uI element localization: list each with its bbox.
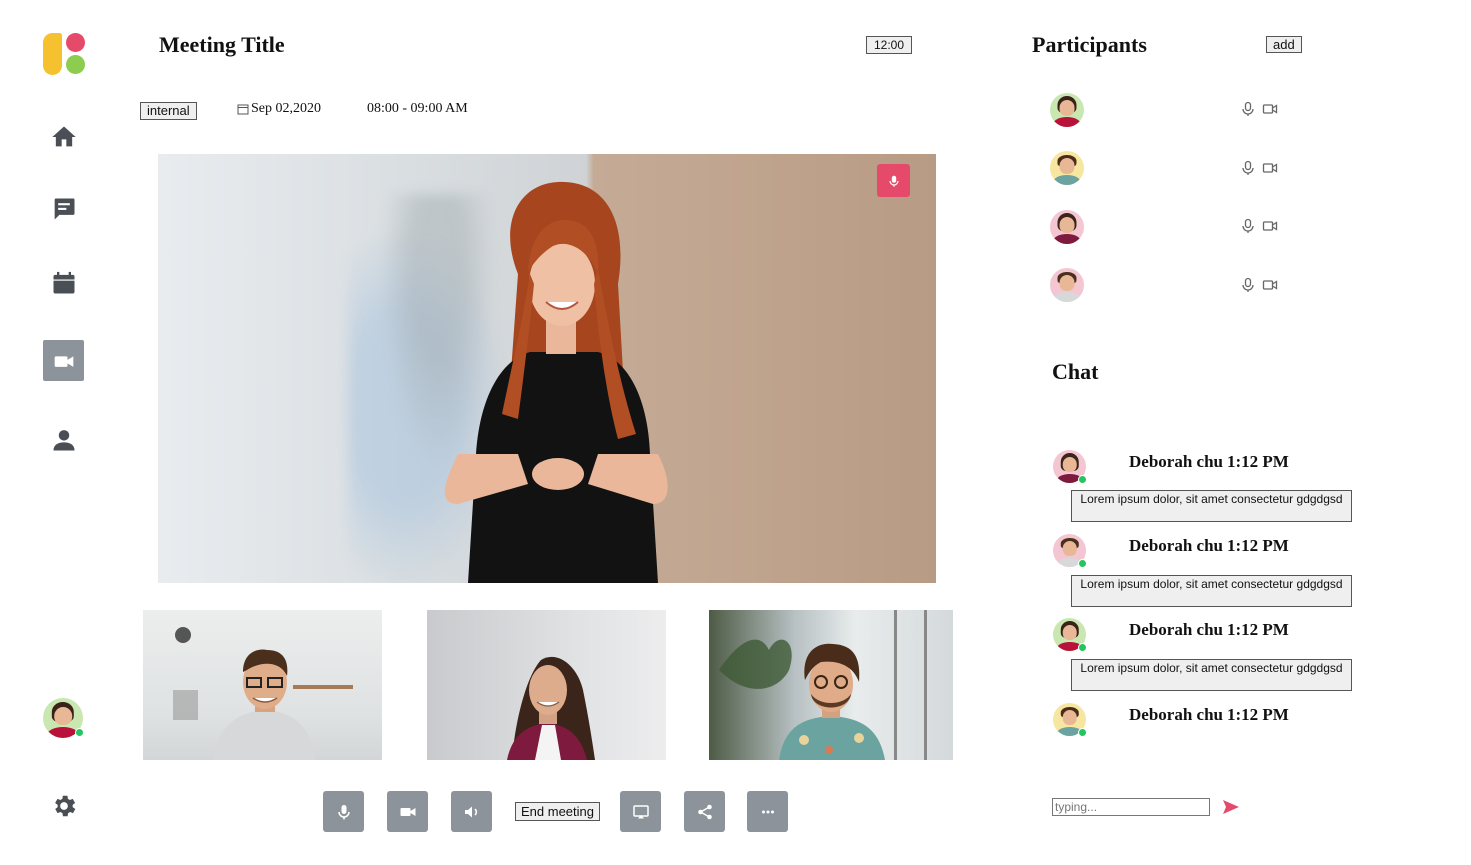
video-camera-icon[interactable] [1262, 218, 1278, 234]
participant-video-tile[interactable] [427, 610, 666, 760]
home-icon [51, 126, 76, 146]
microphone-icon[interactable] [1240, 277, 1256, 293]
settings-button[interactable] [43, 785, 84, 826]
online-status-dot [1078, 643, 1087, 652]
microphone-icon [888, 175, 899, 187]
sidebar-item-profile[interactable] [43, 419, 84, 460]
chat-message-bubble: Lorem ipsum dolor, sit amet consectetur … [1071, 575, 1352, 607]
video-camera-icon [400, 807, 415, 816]
participant-figure [507, 656, 595, 760]
meeting-title: Meeting Title [159, 32, 285, 57]
microphone-icon[interactable] [1240, 218, 1256, 234]
more-dots-icon [761, 810, 774, 813]
chat-message-header: Deborah chu 1:12 PM [1129, 705, 1289, 725]
meeting-date-text: Sep 02,2020 [251, 101, 321, 116]
chat-heading: Chat [1052, 359, 1099, 384]
participant-media-status [1240, 101, 1278, 117]
user-icon [53, 429, 74, 450]
chat-author-name: Deborah chu [1129, 705, 1223, 724]
online-status-dot [75, 728, 84, 737]
chat-author-avatar [1053, 703, 1087, 737]
speaker-mic-button[interactable] [877, 164, 910, 197]
participant-avatar[interactable] [1050, 151, 1084, 185]
participant-avatar[interactable] [1050, 268, 1084, 302]
send-icon[interactable] [1221, 798, 1241, 816]
chat-message-time: 1:12 PM [1226, 452, 1289, 471]
video-camera-icon[interactable] [1262, 101, 1278, 117]
volume-icon [464, 806, 477, 817]
sidebar-item-calendar[interactable] [43, 262, 84, 303]
share-link-button[interactable] [684, 791, 725, 832]
participant-figure [719, 610, 927, 760]
chat-message-time: 1:12 PM [1226, 705, 1289, 724]
video-camera-icon[interactable] [1262, 277, 1278, 293]
screen-share-icon [632, 804, 649, 818]
participant-video-tile[interactable] [143, 610, 382, 760]
meeting-tag-badge: internal [140, 102, 197, 120]
chat-message-header: Deborah chu 1:12 PM [1129, 536, 1289, 556]
chat-message-time: 1:12 PM [1226, 536, 1289, 555]
participant-avatar[interactable] [1050, 93, 1084, 127]
participant-media-status [1240, 218, 1278, 234]
video-camera-icon[interactable] [1262, 160, 1278, 176]
main-video-feed[interactable] [158, 154, 936, 583]
chat-author-name: Deborah chu [1129, 452, 1223, 471]
meeting-time-range: 08:00 - 09:00 AM [367, 101, 468, 116]
calendar-icon [53, 271, 74, 293]
current-user-avatar[interactable] [43, 698, 84, 738]
speaker-figure [444, 181, 668, 583]
toggle-camera-button[interactable] [387, 791, 428, 832]
chat-icon [54, 198, 74, 219]
calendar-small-icon [237, 104, 249, 115]
mute-mic-button[interactable] [323, 791, 364, 832]
participant-media-status [1240, 160, 1278, 176]
speaker-volume-button[interactable] [451, 791, 492, 832]
chat-message-header: Deborah chu 1:12 PM [1129, 620, 1289, 640]
participant-avatar[interactable] [1050, 210, 1084, 244]
video-icon [54, 355, 73, 367]
participants-heading: Participants [1032, 32, 1147, 57]
chat-message-bubble: Lorem ipsum dolor, sit amet consectetur … [1071, 490, 1352, 522]
microphone-icon [337, 804, 350, 819]
participant-figure [173, 627, 353, 760]
chat-message-bubble: Lorem ipsum dolor, sit amet consectetur … [1071, 659, 1352, 691]
microphone-icon[interactable] [1240, 101, 1256, 117]
end-meeting-button[interactable]: End meeting [515, 802, 600, 821]
microphone-icon[interactable] [1240, 160, 1256, 176]
app-logo [43, 33, 87, 77]
chat-message-time: 1:12 PM [1226, 620, 1289, 639]
chat-author-avatar [1053, 618, 1087, 652]
add-participant-button[interactable]: add [1266, 36, 1302, 53]
online-status-dot [1078, 728, 1087, 737]
chat-author-avatar [1053, 450, 1087, 484]
chat-author-name: Deborah chu [1129, 620, 1223, 639]
sidebar-item-home[interactable] [43, 116, 84, 157]
meeting-date: Sep 02,2020 [237, 101, 321, 117]
online-status-dot [1078, 475, 1087, 484]
more-options-button[interactable] [747, 791, 788, 832]
sidebar-item-messages[interactable] [43, 188, 84, 229]
participant-media-status [1240, 277, 1278, 293]
sidebar-item-meeting[interactable] [43, 340, 84, 381]
online-status-dot [1078, 559, 1087, 568]
share-icon [697, 804, 712, 819]
participant-video-tile[interactable] [709, 610, 953, 760]
chat-message-header: Deborah chu 1:12 PM [1129, 452, 1289, 472]
chat-author-name: Deborah chu [1129, 536, 1223, 555]
chat-message-input[interactable] [1052, 798, 1210, 816]
gear-icon [54, 795, 75, 816]
chat-author-avatar [1053, 534, 1087, 568]
meeting-clock: 12:00 [866, 36, 913, 54]
share-screen-button[interactable] [620, 791, 661, 832]
